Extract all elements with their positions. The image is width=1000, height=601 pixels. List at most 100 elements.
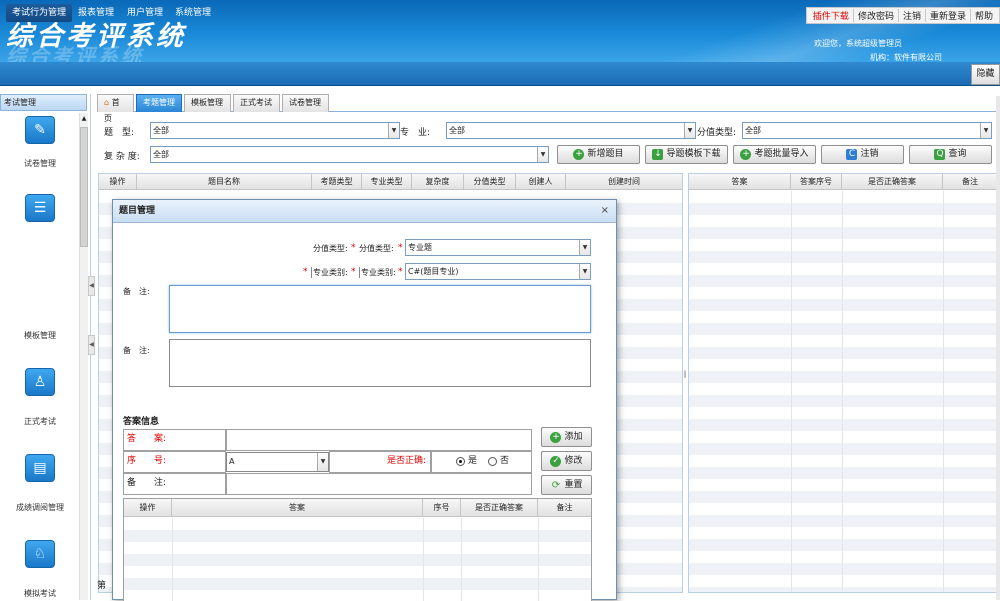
dialog-answer-grid: 操作 答案 序号 是否正确答案 备注: [123, 498, 592, 601]
sidebar-item-mock-exam[interactable]: 模拟考试: [0, 588, 80, 599]
major-type-label: 专业类别:: [311, 267, 348, 278]
help-link[interactable]: 帮助: [969, 9, 997, 22]
remark-input[interactable]: [226, 473, 532, 495]
no-radio[interactable]: [488, 457, 497, 466]
dialog-answer-grid-body: [124, 518, 591, 601]
add-answer-button[interactable]: + 添加: [541, 427, 592, 447]
search-button[interactable]: Q 查询: [909, 145, 992, 164]
chevron-down-icon: ▼: [388, 123, 399, 138]
menu-reports[interactable]: 报表管理: [72, 4, 120, 22]
add-question-button[interactable]: + 新增题目: [557, 145, 640, 164]
chevron-down-icon: ▼: [537, 147, 548, 162]
sidebar-item-score[interactable]: 成绩调阅管理: [0, 502, 80, 513]
col-major[interactable]: 专业类型: [362, 174, 412, 190]
sidebar-item-template[interactable]: 模板管理: [0, 330, 80, 341]
col-score-type[interactable]: 分值类型: [464, 174, 516, 190]
required-mark: *: [351, 243, 356, 253]
hide-button[interactable]: 隐藏: [971, 64, 1000, 85]
answer-section-title: 答案信息: [123, 417, 160, 427]
col-complexity[interactable]: 复杂度: [412, 174, 464, 190]
tab-paper-manage[interactable]: 试卷管理: [282, 94, 329, 112]
note2-textarea[interactable]: [169, 339, 591, 387]
download-template-button[interactable]: ↓ 导题模板下载: [645, 145, 728, 164]
menu-users[interactable]: 用户管理: [121, 4, 169, 22]
plus-icon: +: [573, 149, 585, 160]
logout-link[interactable]: 注销: [897, 9, 925, 22]
batch-import-button[interactable]: + 考题批量导入: [733, 145, 816, 164]
col-is-correct[interactable]: 是否正确答案: [842, 174, 943, 190]
dialog-title: 题目管理: [113, 200, 616, 223]
complexity-select[interactable]: 全部 ▼: [150, 146, 549, 163]
score-icon[interactable]: ▤: [25, 454, 55, 482]
col-divider: [538, 518, 539, 601]
change-password-link[interactable]: 修改密码: [852, 9, 898, 22]
col-action[interactable]: 操作: [99, 174, 137, 190]
collapse-left-icon[interactable]: ◀: [88, 276, 95, 296]
col-seq[interactable]: 序号: [423, 499, 461, 517]
answer-grid-header: 答案 答案序号 是否正确答案 备注: [689, 174, 997, 190]
tab-home[interactable]: ⌂ 首页: [97, 94, 134, 123]
sidebar-title[interactable]: 考试管理: [0, 94, 87, 111]
welcome-text: 欢迎您，系统超级管理员: [814, 39, 902, 48]
plugin-download-link[interactable]: 插件下载: [809, 9, 853, 22]
col-action[interactable]: 操作: [124, 499, 172, 517]
answer-input[interactable]: [226, 429, 532, 451]
dialog-score-type-select[interactable]: 专业题 ▼: [405, 239, 591, 256]
major-select[interactable]: 全部 ▼: [446, 122, 696, 139]
col-divider: [172, 518, 173, 601]
col-answer[interactable]: 答案: [689, 174, 791, 190]
right-edge-scrollbar[interactable]: [996, 96, 1000, 600]
col-divider: [791, 191, 792, 592]
mock-exam-icon[interactable]: ♘: [25, 540, 55, 568]
col-title[interactable]: 题目名称: [137, 174, 312, 190]
logout-button[interactable]: C 注销: [821, 145, 904, 164]
col-remark[interactable]: 备注: [538, 499, 591, 517]
tab-template-manage[interactable]: 模板管理: [184, 94, 231, 112]
exam-icon[interactable]: ♙: [25, 368, 55, 396]
answer-grid: 答案 答案序号 是否正确答案 备注: [688, 173, 998, 593]
no-label: 否: [500, 456, 510, 466]
col-is-correct[interactable]: 是否正确答案: [461, 499, 538, 517]
note-textarea[interactable]: [169, 285, 591, 333]
tab-formal-exam[interactable]: 正式考试: [233, 94, 280, 112]
score-type-label: 分值类型:: [313, 244, 348, 253]
score-type-select[interactable]: 全部 ▼: [742, 122, 992, 139]
scroll-up-icon[interactable]: ▲: [80, 113, 88, 125]
sidebar-item-paper[interactable]: 试卷管理: [0, 158, 80, 169]
col-answer-seq[interactable]: 答案序号: [791, 174, 842, 190]
answer-label: 答 案:: [123, 429, 226, 451]
sidebar-scroll-thumb[interactable]: [80, 127, 88, 247]
seq-label: 序 号:: [123, 451, 226, 473]
relogin-link[interactable]: 重新登录: [924, 9, 970, 22]
sidebar-item-formal-exam[interactable]: 正式考试: [0, 416, 80, 427]
top-links: 插件下载 修改密码 注销 重新登录 帮助: [805, 7, 1000, 24]
search-icon: Q: [934, 149, 946, 160]
collapse-left-icon-2[interactable]: ◀: [88, 335, 95, 355]
chevron-down-icon: ▼: [579, 264, 590, 279]
col-divider: [461, 518, 462, 601]
col-answer[interactable]: 答案: [172, 499, 423, 517]
dialog-major-type-select[interactable]: C#(题目专业) ▼: [405, 263, 591, 280]
major-label: 专 业:: [400, 128, 431, 138]
sidebar-scrollbar[interactable]: ▲: [79, 113, 88, 600]
col-created-time[interactable]: 创建时间: [566, 174, 682, 190]
edit-answer-button[interactable]: ✓ 修改: [541, 451, 592, 471]
required-mark: *: [398, 243, 403, 253]
remark-label: 备 注:: [123, 473, 226, 495]
book-icon[interactable]: ✎: [25, 116, 55, 144]
refresh-icon: ⟳: [551, 479, 561, 491]
col-creator[interactable]: 创建人: [516, 174, 566, 190]
plus-icon: +: [550, 431, 562, 443]
tab-question-manage[interactable]: 考题管理: [136, 94, 182, 112]
col-remark[interactable]: 备注: [943, 174, 997, 190]
yes-radio[interactable]: [456, 457, 465, 466]
close-icon[interactable]: ×: [601, 205, 609, 216]
seq-select[interactable]: A ▼: [226, 452, 329, 472]
reset-button[interactable]: ⟳ 重置: [541, 475, 592, 495]
list-icon[interactable]: ☰: [25, 194, 55, 222]
menu-system[interactable]: 系统管理: [169, 4, 217, 22]
major-type-label-2: 专业类别:: [359, 267, 396, 278]
col-type[interactable]: 考题类型: [312, 174, 362, 190]
type-select[interactable]: 全部 ▼: [150, 122, 400, 139]
menu-exam-behavior[interactable]: 考试行为管理: [6, 4, 73, 22]
